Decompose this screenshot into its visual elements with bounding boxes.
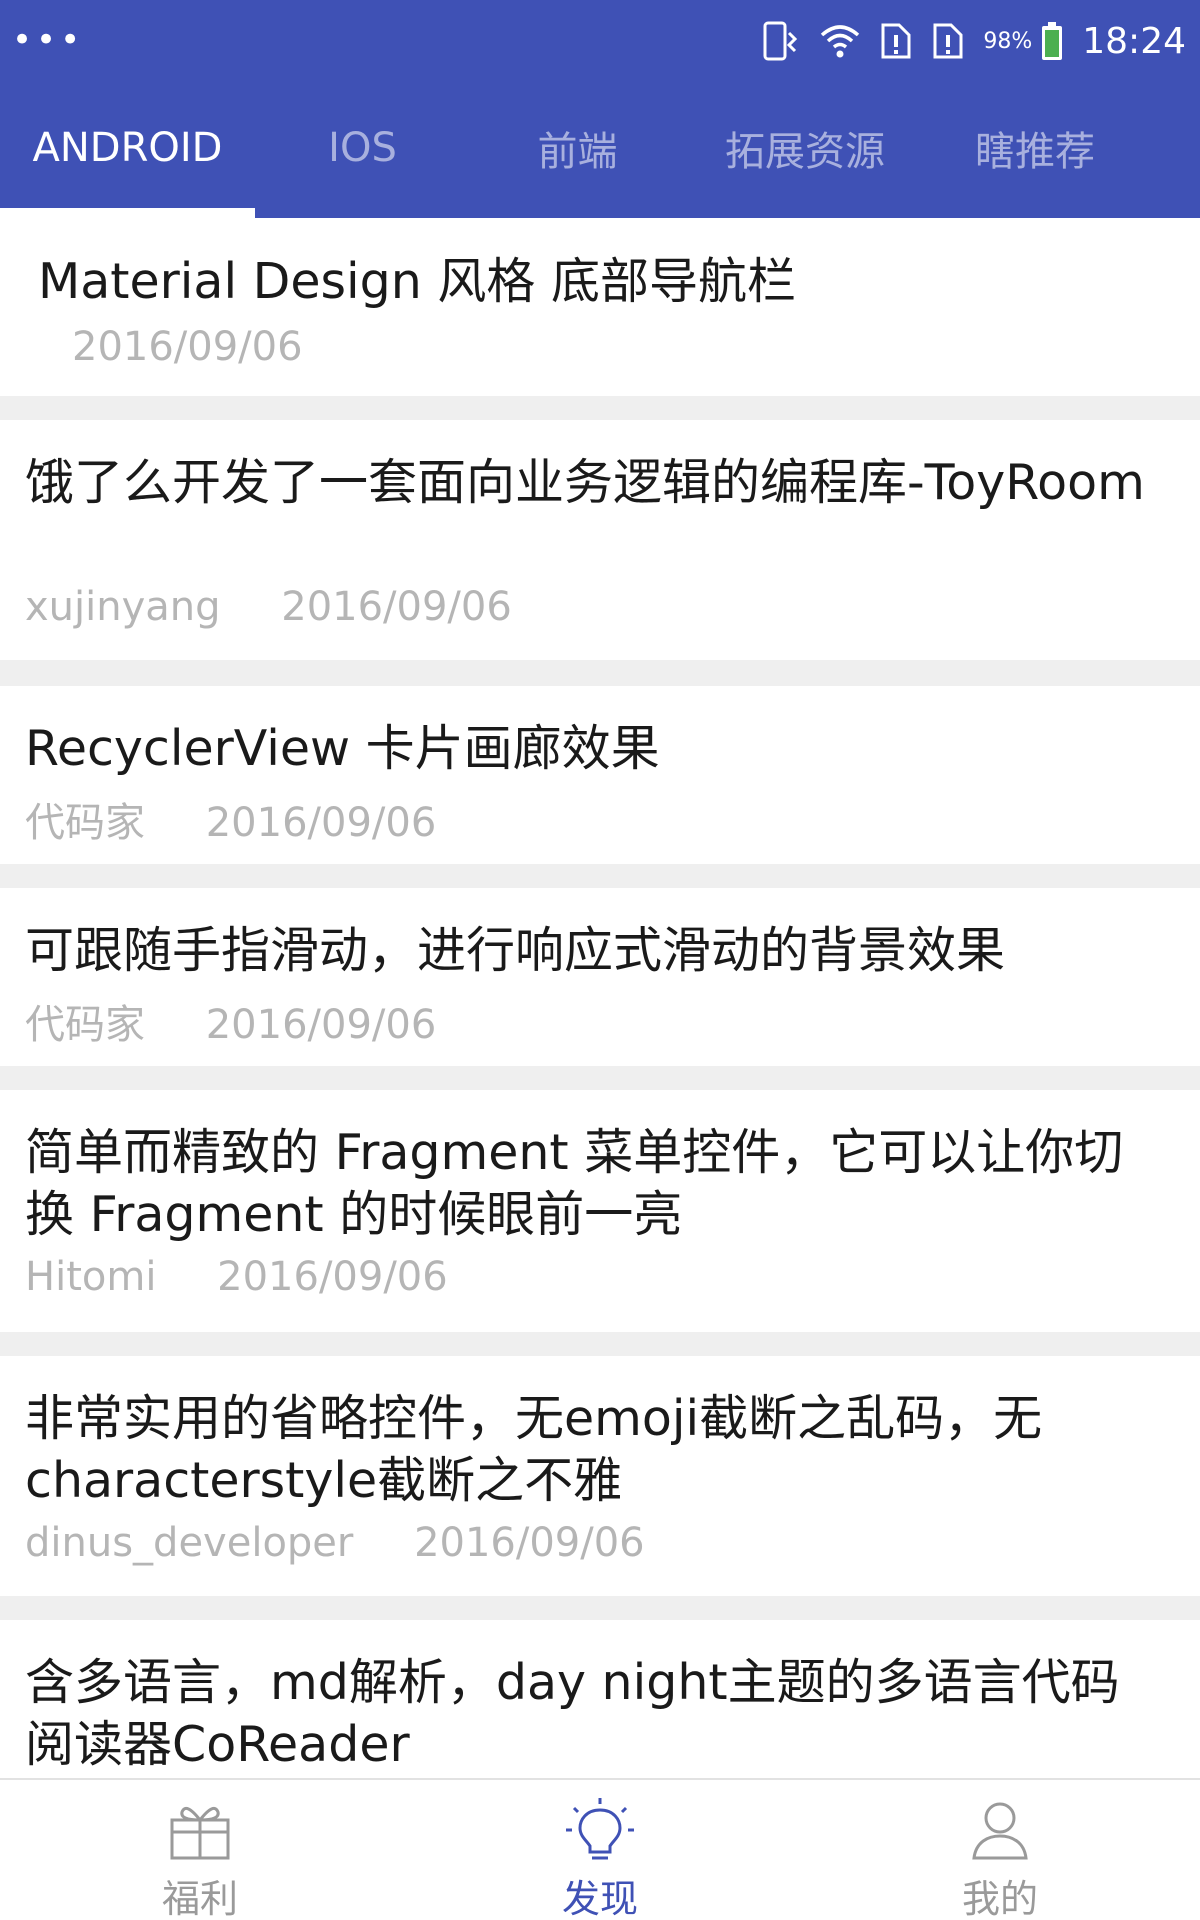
notification-dots: ••• [12,20,85,60]
article-title: 含多语言，md解析，day night主题的多语言代码阅读器CoReader [25,1654,1120,1773]
status-icons: 98% 18:24 [761,16,1186,66]
nav-item-mine[interactable]: 我的 [900,1780,1100,1920]
status-clock: 18:24 [1082,20,1186,62]
tab-frontend[interactable]: 前端 [470,98,685,198]
vibrate-icon [763,21,798,61]
article-title: 非常实用的省略控件，无emoji截断之乱码，无characterstyle截断之… [25,1390,1043,1509]
list-item[interactable]: 饿了么开发了一套面向业务逻辑的编程库-ToyRoom xujinyang 201… [0,420,1200,660]
article-author: 代码家 [25,800,145,846]
article-author: dinus_developer [25,1520,354,1566]
article-author: Hitomi [25,1254,157,1300]
gift-icon [170,1806,230,1860]
status-bar: ••• 98% 18:24 [0,0,1200,80]
article-meta: Hitomi 2016/09/06 [25,1254,448,1300]
active-tab-indicator [0,208,255,218]
article-title: 简单而精致的 Fragment 菜单控件，它可以让你切换 Fragment 的时… [25,1124,1124,1243]
list-item[interactable]: Material Design 风格 底部导航栏 2016/09/06 [0,218,1200,396]
list-item[interactable]: RecyclerView 卡片画廊效果 代码家 2016/09/06 [0,686,1200,864]
battery-percent: 98% [983,28,1033,54]
article-title: Material Design 风格 底部导航栏 [38,253,796,310]
wifi-icon [821,25,860,58]
bottom-navigation: 福利 发现 我的 [0,1778,1200,1920]
article-date: 2016/09/06 [205,1002,437,1048]
sim2-alert-icon [933,23,963,59]
article-meta: 2016/09/06 [72,324,303,370]
list-item[interactable]: 非常实用的省略控件，无emoji截断之乱码，无characterstyle截断之… [0,1356,1200,1596]
person-icon [972,1802,1028,1860]
lightbulb-icon [566,1798,634,1860]
article-title: RecyclerView 卡片画廊效果 [25,720,660,777]
article-meta: 代码家 2016/09/06 [25,992,436,1050]
app-header: ••• 98% 18:24 ANDROID IOS 前端 拓展资源 瞎推荐 [0,0,1200,218]
nav-item-discover[interactable]: 发现 [500,1780,700,1920]
tab-ios[interactable]: IOS [255,98,470,198]
nav-label-welfare: 福利 [161,1877,238,1920]
list-item[interactable]: 简单而精致的 Fragment 菜单控件，它可以让你切换 Fragment 的时… [0,1090,1200,1332]
article-meta: xujinyang 2016/09/06 [25,584,512,630]
nav-label-mine: 我的 [961,1877,1038,1920]
battery-icon [1042,22,1063,60]
list-item[interactable]: 可跟随手指滑动，进行响应式滑动的背景效果 代码家 2016/09/06 [0,888,1200,1066]
category-tabs: ANDROID IOS 前端 拓展资源 瞎推荐 [0,98,1200,218]
article-title: 饿了么开发了一套面向业务逻辑的编程库-ToyRoom [25,454,1145,511]
article-meta: dinus_developer 2016/09/06 [25,1520,645,1566]
nav-label-discover: 发现 [561,1877,638,1920]
tab-android[interactable]: ANDROID [0,98,255,198]
article-date: 2016/09/06 [205,800,437,846]
article-date: 2016/09/06 [72,324,303,370]
tab-resources[interactable]: 拓展资源 [685,98,925,198]
app-screen: ••• 98% 18:24 ANDROID IOS 前端 拓展资源 瞎推荐 Ma… [0,0,1200,1920]
sim1-alert-icon [881,23,911,59]
nav-item-welfare[interactable]: 福利 [100,1780,300,1920]
article-date: 2016/09/06 [217,1254,448,1300]
article-date: 2016/09/06 [414,1520,645,1566]
article-meta: 代码家 2016/09/06 [25,790,436,848]
article-date: 2016/09/06 [281,584,512,630]
article-author: xujinyang [25,584,221,630]
article-author: 代码家 [25,1002,145,1048]
tab-recommend[interactable]: 瞎推荐 [925,98,1145,198]
article-title: 可跟随手指滑动，进行响应式滑动的背景效果 [25,922,1006,979]
